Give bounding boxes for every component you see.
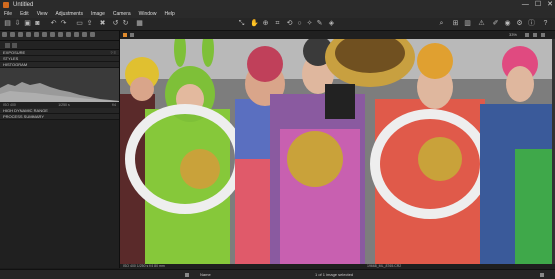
styles-section-title: STYLES [3, 56, 19, 61]
actual-size-icon[interactable] [533, 33, 537, 37]
single-view-icon[interactable] [123, 33, 127, 37]
grid-icon[interactable]: ⊞ [452, 20, 459, 27]
tab-color-icon[interactable] [42, 32, 47, 37]
help-icon[interactable]: ? [542, 20, 549, 27]
zoom-tool-icon[interactable]: ⊕ [262, 20, 269, 27]
rotate-tool-icon[interactable]: ⟲ [286, 20, 293, 27]
warning-icon[interactable]: ⚠ [478, 20, 485, 27]
histogram-section-title: HISTOGRAM [3, 62, 28, 67]
app-icon [3, 2, 9, 8]
export-icon[interactable]: ⇪ [86, 20, 93, 27]
tab-gear-icon[interactable] [90, 32, 95, 37]
section-controls-icon[interactable]: ? ≡ [110, 50, 116, 55]
import-icon[interactable]: ⇩ [14, 20, 21, 27]
tab-capture-icon[interactable] [10, 32, 15, 37]
exposure-section-title: EXPOSURE [3, 50, 26, 55]
menu-camera[interactable]: Camera [113, 10, 131, 18]
circle-tool-icon[interactable]: ○ [296, 20, 303, 27]
menu-edit[interactable]: Edit [20, 10, 29, 18]
tab-metadata-icon[interactable] [74, 32, 79, 37]
tool-tabs [0, 31, 119, 41]
browser-options-icon[interactable] [540, 273, 544, 277]
pan-tool-icon[interactable]: ✋ [250, 20, 259, 27]
menu-help[interactable]: Help [164, 10, 174, 18]
tab-library-icon[interactable] [2, 32, 7, 37]
undo-icon[interactable]: ↶ [50, 20, 57, 27]
hdr-section-title: HIGH DYNAMIC RANGE [3, 108, 48, 113]
tab-output-icon[interactable] [66, 32, 71, 37]
camera-live-icon[interactable]: ◉ [504, 20, 511, 27]
tab-details-icon[interactable] [50, 32, 55, 37]
sort-direction-icon[interactable] [185, 273, 189, 277]
histogram-graph [0, 68, 119, 102]
tools-panel: EXPOSURE ? ≡ STYLES HISTOGRAM ISO 400 1/… [0, 31, 120, 268]
minimize-button[interactable]: — [522, 0, 529, 10]
camera-icon[interactable]: ◙ [34, 20, 41, 27]
rotate-left-icon[interactable]: ↺ [112, 20, 119, 27]
process-summary-section[interactable]: PROCESS SUMMARY [0, 114, 119, 120]
heal-tool-icon[interactable]: ✧ [306, 20, 313, 27]
window-title: Untitled [13, 2, 34, 8]
picker-tool-icon[interactable]: ◈ [328, 20, 335, 27]
cursor-tool-icon[interactable]: ⤡ [238, 20, 245, 27]
menu-view[interactable]: View [37, 10, 48, 18]
menu-bar: File Edit View Adjustments Image Camera … [0, 10, 555, 18]
crop-tool-icon[interactable]: ⌗ [274, 20, 281, 27]
panel-list-icon[interactable] [12, 42, 17, 48]
tab-exposure-icon[interactable] [34, 32, 39, 37]
process-summary-title: PROCESS SUMMARY [3, 114, 45, 119]
redo-icon[interactable]: ↷ [60, 20, 67, 27]
panel-toolbar [0, 41, 119, 50]
menu-file[interactable]: File [4, 10, 12, 18]
folder-icon[interactable]: ▭ [76, 20, 83, 27]
menu-adjustments[interactable]: Adjustments [55, 10, 83, 18]
info-icon[interactable]: ⓘ [528, 20, 535, 27]
maximize-button[interactable]: ☐ [535, 0, 541, 10]
tab-local-icon[interactable] [58, 32, 63, 37]
close-button[interactable]: ✕ [547, 0, 553, 10]
zoom-level[interactable]: 33% [509, 31, 517, 39]
panel-view-icon[interactable] [5, 42, 10, 48]
compare-icon[interactable]: ▥ [464, 20, 471, 27]
tab-batch-icon[interactable] [82, 32, 87, 37]
output-icon[interactable]: ▦ [136, 20, 143, 27]
library-icon[interactable]: ▤ [4, 20, 11, 27]
pencil-icon[interactable]: ✐ [492, 20, 499, 27]
settings-icon[interactable]: ⚙ [516, 20, 523, 27]
menu-image[interactable]: Image [91, 10, 105, 18]
rotate-right-icon[interactable]: ↻ [122, 20, 129, 27]
window-controls: — ☐ ✕ [522, 0, 553, 10]
carnival-photo [120, 39, 555, 264]
fit-icon[interactable] [525, 33, 529, 37]
multi-view-icon[interactable] [130, 33, 134, 37]
menu-window[interactable]: Window [139, 10, 157, 18]
session-icon[interactable]: ▣ [24, 20, 31, 27]
tab-composition-icon[interactable] [26, 32, 31, 37]
tab-lens-icon[interactable] [18, 32, 23, 37]
image-viewer[interactable] [120, 39, 555, 264]
delete-icon[interactable]: ✖ [99, 20, 106, 27]
histogram-curve [0, 68, 119, 102]
search-icon[interactable]: ⌕ [438, 20, 445, 27]
main-toolbar: ▤ ⇩ ▣ ◙ ↶ ↷ ▭ ⇪ ✖ ↺ ↻ ▦ ⤡ ✋ ⊕ ⌗ ⟲ ○ ✧ ✎ … [0, 18, 555, 31]
zoom-in-icon[interactable] [541, 33, 545, 37]
brush-tool-icon[interactable]: ✎ [316, 20, 323, 27]
